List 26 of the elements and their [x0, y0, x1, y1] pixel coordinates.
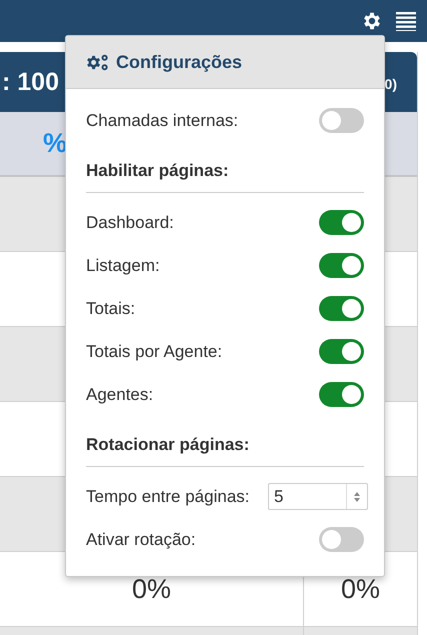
toggle-switch[interactable]: [319, 210, 364, 235]
setting-label: Tempo entre páginas:: [86, 486, 250, 506]
column-header: %: [43, 128, 68, 159]
setting-label: Chamadas internas:: [86, 110, 238, 130]
setting-label: Ativar rotação:: [86, 530, 196, 550]
card-count: 0): [384, 76, 397, 92]
setting-label: Totais:: [86, 298, 136, 318]
setting-label: Totais por Agente:: [86, 342, 222, 362]
toggle-switch[interactable]: [319, 339, 364, 364]
toggle-switch[interactable]: [319, 108, 364, 133]
toggle-switch[interactable]: [319, 382, 364, 407]
card-title: : 100: [2, 68, 59, 96]
popup-title: Configurações: [116, 52, 242, 72]
menu-icon[interactable]: [396, 11, 416, 31]
spinner-icon[interactable]: [354, 492, 360, 502]
gears-icon: [86, 52, 109, 72]
toggle-switch[interactable]: [319, 253, 364, 278]
setting-label: Listagem:: [86, 256, 160, 276]
setting-label: Agentes:: [86, 384, 154, 404]
table-cell-text: 0%: [340, 572, 382, 606]
setting-label: Dashboard:: [86, 212, 174, 232]
toggle-switch[interactable]: [319, 296, 364, 321]
number-field[interactable]: 5: [268, 483, 368, 510]
toggle-switch[interactable]: [319, 527, 364, 552]
section-heading: Habilitar páginas:: [86, 142, 364, 193]
section-heading: Rotacionar páginas:: [86, 416, 364, 467]
